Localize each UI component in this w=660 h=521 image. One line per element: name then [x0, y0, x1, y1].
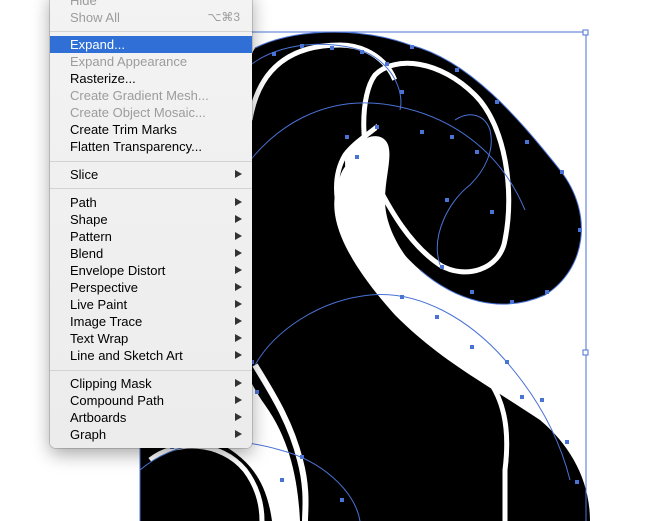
menu-item-create-gradient-mesh[interactable]: Create Gradient Mesh... — [50, 87, 252, 104]
menu-item-label: Create Trim Marks — [70, 122, 177, 137]
submenu-arrow-icon — [235, 300, 242, 308]
menu-item-path[interactable]: Path — [50, 194, 252, 211]
submenu-arrow-icon — [235, 334, 242, 342]
submenu-arrow-icon — [235, 215, 242, 223]
menu-item-label: Pattern — [70, 229, 112, 244]
submenu-arrow-icon — [235, 430, 242, 438]
menu-item-label: Slice — [70, 167, 99, 182]
menu-item-create-trim-marks[interactable]: Create Trim Marks — [50, 121, 252, 138]
menu-item-perspective[interactable]: Perspective — [50, 279, 252, 296]
menu-separator — [50, 161, 252, 162]
menu-item-label: Show All — [70, 10, 120, 25]
menu-item-label: Expand... — [70, 37, 125, 52]
menu-item-live-paint[interactable]: Live Paint — [50, 296, 252, 313]
menu-item-label: Flatten Transparency... — [70, 139, 202, 154]
menu-item-slice[interactable]: Slice — [50, 166, 252, 183]
menu-separator — [50, 31, 252, 32]
menu-item-clipping-mask[interactable]: Clipping Mask — [50, 375, 252, 392]
menu-item-show-all[interactable]: Show All ⌥⌘3 — [50, 9, 252, 26]
menu-item-compound-path[interactable]: Compound Path — [50, 392, 252, 409]
menu-item-label: Create Gradient Mesh... — [70, 88, 209, 103]
menu-item-label: Rasterize... — [70, 71, 136, 86]
menu-item-label: Blend — [70, 246, 104, 261]
menu-item-shortcut: ⌥⌘3 — [207, 10, 240, 24]
menu-separator — [50, 188, 252, 189]
menu-item-label: Perspective — [70, 280, 138, 295]
menu-item-label: Line and Sketch Art — [70, 348, 183, 363]
menu-item-label: Image Trace — [70, 314, 143, 329]
submenu-arrow-icon — [235, 232, 242, 240]
menu-item-rasterize[interactable]: Rasterize... — [50, 70, 252, 87]
submenu-arrow-icon — [235, 317, 242, 325]
menu-item-label: Expand Appearance — [70, 54, 188, 69]
menu-item-label: Create Object Mosaic... — [70, 105, 206, 120]
menu-item-envelope-distort[interactable]: Envelope Distort — [50, 262, 252, 279]
submenu-arrow-icon — [235, 413, 242, 421]
submenu-arrow-icon — [235, 266, 242, 274]
menu-item-shape[interactable]: Shape — [50, 211, 252, 228]
menu-item-graph[interactable]: Graph — [50, 426, 252, 443]
object-menu-dropdown[interactable]: Hide Show All ⌥⌘3 Expand... Expand Appea… — [50, 0, 252, 448]
menu-item-blend[interactable]: Blend — [50, 245, 252, 262]
submenu-arrow-icon — [235, 283, 242, 291]
menu-item-label: Clipping Mask — [70, 376, 152, 391]
menu-item-label: Artboards — [70, 410, 127, 425]
submenu-arrow-icon — [235, 379, 242, 387]
menu-item-label: Compound Path — [70, 393, 164, 408]
menu-item-expand-appearance[interactable]: Expand Appearance — [50, 53, 252, 70]
menu-item-line-and-sketch-art[interactable]: Line and Sketch Art — [50, 347, 252, 364]
menu-item-label: Graph — [70, 427, 107, 442]
menu-item-label: Hide — [70, 0, 97, 8]
menu-item-expand[interactable]: Expand... — [50, 36, 252, 53]
menu-item-create-object-mosaic[interactable]: Create Object Mosaic... — [50, 104, 252, 121]
menu-item-text-wrap[interactable]: Text Wrap — [50, 330, 252, 347]
submenu-arrow-icon — [235, 396, 242, 404]
menu-item-image-trace[interactable]: Image Trace — [50, 313, 252, 330]
menu-item-pattern[interactable]: Pattern — [50, 228, 252, 245]
submenu-arrow-icon — [235, 249, 242, 257]
menu-item-label: Shape — [70, 212, 108, 227]
submenu-arrow-icon — [235, 351, 242, 359]
menu-item-label: Path — [70, 195, 97, 210]
submenu-arrow-icon — [235, 170, 242, 178]
submenu-arrow-icon — [235, 198, 242, 206]
menu-item-label: Live Paint — [70, 297, 128, 312]
menu-separator — [50, 370, 252, 371]
menu-item-artboards[interactable]: Artboards — [50, 409, 252, 426]
menu-item-label: Text Wrap — [70, 331, 129, 346]
menu-item-label: Envelope Distort — [70, 263, 166, 278]
menu-item-flatten-transparency[interactable]: Flatten Transparency... — [50, 138, 252, 155]
menu-item-hide[interactable]: Hide — [50, 0, 252, 9]
